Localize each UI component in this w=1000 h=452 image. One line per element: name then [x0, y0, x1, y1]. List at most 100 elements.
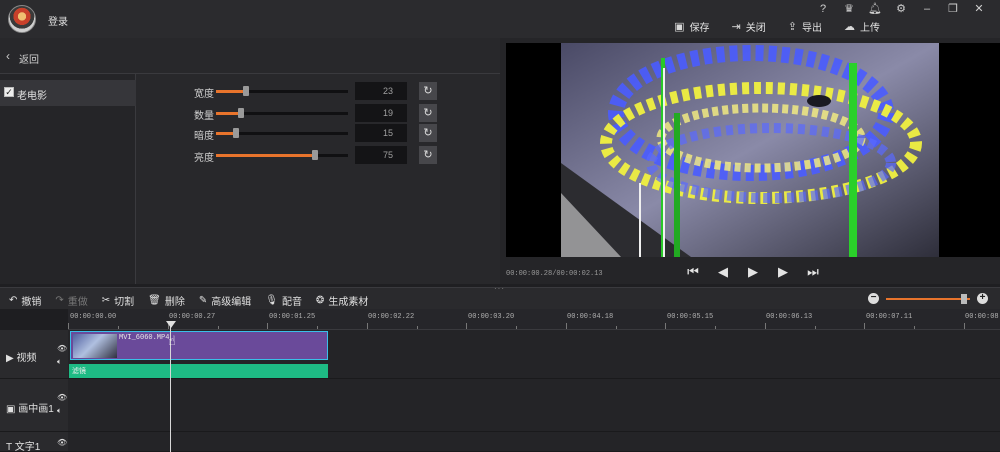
bell-icon[interactable]: 🔔︎: [862, 2, 888, 16]
count-value-field[interactable]: 19: [355, 104, 407, 122]
slider-row-count: 数量 19 ↻: [136, 104, 500, 122]
dub-label: 配音: [281, 297, 302, 308]
eye-icon[interactable]: 👁︎: [57, 438, 67, 447]
effect-clip-name: 滤镜: [72, 368, 86, 375]
playback-timecode: 00:00:00.28/00:00:02.13: [506, 270, 603, 278]
undo-icon: ↶: [9, 295, 18, 306]
transport-controls: ⏮ ◀︎ ▶ ▶︎ ⏭: [685, 264, 821, 280]
width-value-field[interactable]: 23: [355, 82, 407, 100]
save-button[interactable]: ▣ 保存: [674, 19, 709, 34]
hand-cursor-icon: ☝: [168, 333, 176, 348]
minimize-icon[interactable]: –: [914, 2, 940, 16]
previous-frame-icon[interactable]: ◀︎: [715, 264, 731, 280]
redo-label: 重做: [67, 297, 88, 308]
pip-track[interactable]: [68, 379, 1000, 432]
zoom-slider-handle[interactable]: [961, 294, 967, 304]
video-frame-image: [561, 43, 939, 257]
track-header-text[interactable]: T 文字1 👁︎: [0, 432, 68, 452]
text-track[interactable]: [68, 432, 1000, 452]
brightness-slider[interactable]: [216, 150, 348, 160]
delete-label: 删除: [164, 297, 185, 308]
cut-button[interactable]: ✂ 切割: [102, 293, 134, 308]
restore-icon[interactable]: ❐: [940, 2, 966, 16]
gear-icon[interactable]: ⚙: [888, 2, 914, 16]
eye-icon[interactable]: 👁︎: [57, 393, 67, 402]
playhead-handle[interactable]: [166, 321, 176, 328]
ruler-label: 00:00:04.18: [567, 313, 614, 321]
slider-row-darkness: 暗度 15 ↻: [136, 124, 500, 142]
filter-item-label: 老电影: [17, 91, 47, 102]
redo-button[interactable]: ↷ 重做: [55, 293, 87, 308]
microphone-icon: 🎙︎: [265, 295, 278, 306]
track-label: ▶ 视频: [6, 353, 37, 364]
login-link[interactable]: 登录: [48, 13, 68, 28]
filter-panel: ‹ 返回 ✓ 老电影 删除 清空 宽度 23 ↻ 数量 19 ↻ 暗度 15: [0, 38, 500, 314]
applied-filter-list: ✓ 老电影 删除 清空: [0, 74, 136, 314]
filter-effect-clip[interactable]: 滤镜: [69, 364, 328, 378]
count-slider[interactable]: [216, 108, 348, 118]
avatar[interactable]: [8, 5, 36, 33]
video-clip[interactable]: MVI_6060.MP4: [70, 331, 328, 360]
back-label: 返回: [19, 55, 39, 66]
timeline-ruler[interactable]: 00:00:00.00 00:00:00.27 00:00:01.25 00:0…: [68, 309, 1000, 330]
brightness-value-field[interactable]: 75: [355, 146, 407, 164]
crown-icon[interactable]: ♛: [836, 2, 862, 16]
ruler-label: 00:00:00.27: [169, 313, 216, 321]
close-icon[interactable]: ✕: [966, 2, 992, 16]
back-button[interactable]: ‹ 返回: [0, 38, 500, 74]
generate-label: 生成素材: [328, 297, 369, 308]
ruler-label: 00:00:05.15: [667, 313, 714, 321]
filter-checkbox[interactable]: ✓: [4, 87, 14, 97]
reset-icon[interactable]: ↻: [419, 104, 437, 122]
advanced-edit-button[interactable]: ✎ 高级编辑: [199, 293, 251, 308]
reset-icon[interactable]: ↻: [419, 82, 437, 100]
track-header-video[interactable]: ▶ 视频 👁︎ 🔈︎: [0, 330, 68, 379]
next-frame-icon[interactable]: ▶︎: [775, 264, 791, 280]
preview-panel: 00:00:00.28/00:00:02.13 ⏮ ◀︎ ▶ ▶︎ ⏭: [500, 38, 1000, 284]
save-icon: ▣: [674, 21, 685, 33]
filter-item-old-movie[interactable]: ✓ 老电影: [0, 80, 136, 106]
ruler-label: 00:00:01.25: [269, 313, 316, 321]
track-label: ▣ 画中画1: [6, 404, 54, 415]
preview-screen[interactable]: [506, 43, 1000, 257]
ruler-label: 00:00:07.11: [866, 313, 913, 321]
upload-button[interactable]: ☁ 上传: [844, 19, 880, 34]
window-controls: ? ♛ 🔔︎ ⚙ – ❐ ✕: [810, 2, 992, 16]
close-label: 关闭: [745, 23, 766, 34]
skip-to-end-icon[interactable]: ⏭: [805, 264, 821, 280]
ruler-label: 00:00:03.20: [468, 313, 515, 321]
reset-icon[interactable]: ↻: [419, 124, 437, 142]
ruler-label: 00:00:08.0: [965, 313, 1000, 321]
timeline-zoom: − +: [868, 292, 992, 306]
upload-label: 上传: [860, 23, 880, 34]
zoom-slider[interactable]: [886, 298, 970, 300]
scissors-icon: ✂: [101, 295, 111, 306]
width-slider[interactable]: [216, 86, 348, 96]
darkness-slider[interactable]: [216, 128, 348, 138]
delete-button[interactable]: 🗑︎ 删除: [148, 293, 185, 308]
pencil-icon: ✎: [198, 295, 208, 306]
zoom-out-icon[interactable]: −: [868, 293, 879, 304]
dub-button[interactable]: 🎙︎ 配音: [265, 293, 302, 308]
play-icon[interactable]: ▶: [745, 264, 761, 280]
title-bar: 登录 ? ♛ 🔔︎ ⚙ – ❐ ✕ ▣ 保存 ⇥ 关闭 ⇪ 导出 ☁ 上传: [0, 0, 1000, 38]
close-project-button[interactable]: ⇥ 关闭: [732, 19, 766, 34]
speaker-icon[interactable]: 🔈︎: [57, 357, 62, 367]
slider-label: 暗度: [194, 131, 214, 142]
track-header-pip[interactable]: ▣ 画中画1 👁︎ 🔈︎: [0, 379, 68, 432]
undo-button[interactable]: ↶ 撤销: [9, 293, 41, 308]
speaker-icon[interactable]: 🔈︎: [57, 406, 62, 416]
ruler-label: 00:00:02.22: [368, 313, 415, 321]
generate-material-button[interactable]: ❂ 生成素材: [316, 293, 368, 308]
export-button[interactable]: ⇪ 导出: [788, 19, 822, 34]
reset-icon[interactable]: ↻: [419, 146, 437, 164]
help-icon[interactable]: ?: [810, 2, 836, 16]
zoom-in-icon[interactable]: +: [977, 293, 988, 304]
eye-icon[interactable]: 👁︎: [57, 344, 67, 353]
skip-to-start-icon[interactable]: ⏮: [685, 264, 701, 280]
splitter-handle[interactable]: ···: [494, 284, 505, 293]
clip-thumbnail: [73, 334, 117, 358]
darkness-value-field[interactable]: 15: [355, 124, 407, 142]
export-label: 导出: [802, 23, 822, 34]
undo-label: 撤销: [21, 297, 42, 308]
